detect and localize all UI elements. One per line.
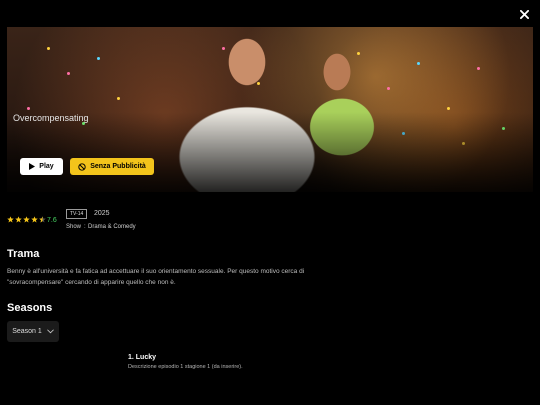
episode-description: Descrizione episodio 1 stagione 1 (da in… xyxy=(128,364,243,370)
no-ads-button-label: Senza Pubblicità xyxy=(90,163,146,170)
rating-score: 7.6 xyxy=(47,217,57,224)
episode-title: 1. Lucky xyxy=(128,354,157,361)
star-rating xyxy=(7,216,46,223)
genre: Drama & Comedy xyxy=(88,224,136,230)
chevron-down-icon xyxy=(46,329,54,334)
hero-gradient xyxy=(7,112,533,192)
season-dropdown-label: Season 1 xyxy=(12,328,42,335)
star-icon xyxy=(7,216,14,223)
play-button-label: Play xyxy=(39,163,54,170)
show-title: Overcompensating xyxy=(13,113,89,123)
synopsis-line-2: "sovracompensare" cercando di apparire q… xyxy=(7,279,176,286)
star-icon xyxy=(15,216,22,223)
meta-separator: : xyxy=(84,224,86,230)
play-button[interactable]: Play xyxy=(20,158,63,175)
release-year: 2025 xyxy=(94,210,110,217)
no-ads-icon xyxy=(78,162,86,171)
synopsis-line-1: Benny è all'università e fa fatica ad ac… xyxy=(7,268,305,275)
show-meta: 7.6 TV-14 2025 Show : Drama & Comedy xyxy=(7,208,307,238)
tv-rating-badge: TV-14 xyxy=(66,209,88,219)
content-type: Show xyxy=(66,224,82,230)
synopsis-text: Benny è all'università e fa fatica ad ac… xyxy=(7,266,327,288)
star-icon xyxy=(23,216,30,223)
close-button[interactable] xyxy=(516,6,532,22)
seasons-heading: Seasons xyxy=(7,302,53,314)
episode-item[interactable]: 1. Lucky Descrizione episodio 1 stagione… xyxy=(128,354,243,370)
close-icon xyxy=(519,9,529,19)
star-icon xyxy=(31,216,38,223)
no-ads-button[interactable]: Senza Pubblicità xyxy=(70,158,154,175)
synopsis-heading: Trama xyxy=(7,248,40,260)
season-dropdown[interactable]: Season 1 xyxy=(7,321,59,342)
star-half-icon xyxy=(39,216,46,223)
play-icon xyxy=(29,163,36,170)
